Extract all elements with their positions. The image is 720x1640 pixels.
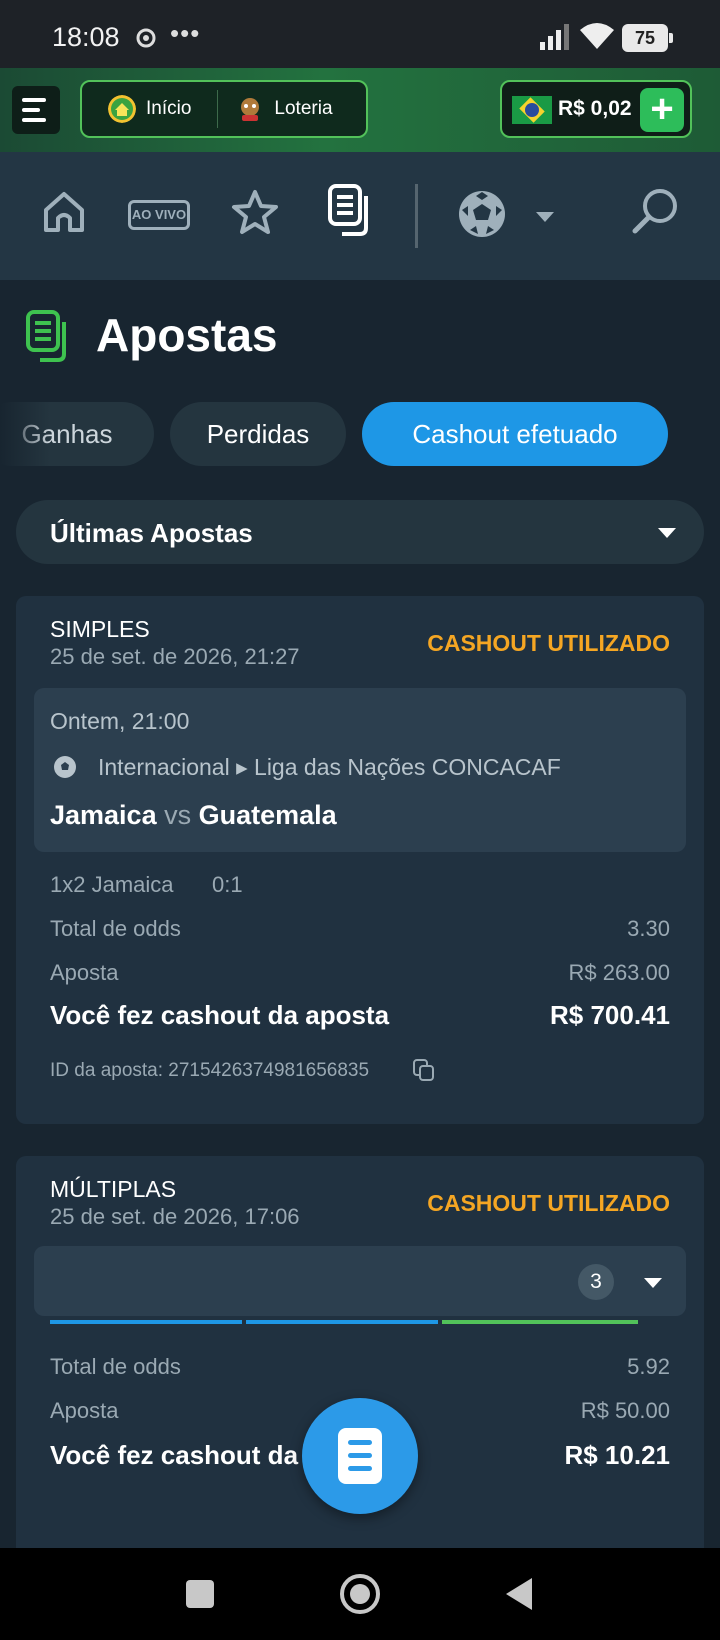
odds-label: Total de odds: [50, 1354, 181, 1379]
nav-lottery-label: Loteria: [274, 98, 333, 119]
away-team: Guatemala: [198, 800, 337, 830]
stake-label: Aposta: [50, 960, 119, 985]
chips-fade: [0, 402, 50, 466]
cashout-value: R$ 10.21: [564, 1440, 670, 1470]
event-match: Jamaica vs Guatemala: [50, 800, 337, 831]
toolbar-divider: [415, 184, 418, 248]
battery-indicator: 75: [622, 24, 673, 52]
system-nav-bar: [0, 1548, 720, 1640]
home-button[interactable]: [340, 1574, 380, 1614]
selections-toggle[interactable]: 3: [34, 1246, 686, 1316]
sports-toolbar: AO VIVO: [0, 152, 720, 280]
selections-count-badge: 3: [578, 1264, 614, 1300]
bet-date: 25 de set. de 2026, 17:06: [50, 1204, 300, 1229]
event-box[interactable]: Ontem, 21:00 Internacional ▸ Liga das Na…: [34, 688, 686, 852]
top-nav: Início Loteria: [80, 80, 368, 138]
leg-progress-3: [442, 1320, 638, 1324]
page-title: Apostas: [96, 309, 278, 361]
nav-home-link[interactable]: Início: [82, 82, 191, 136]
stake-value: R$ 50.00: [580, 1398, 670, 1423]
stake-value: R$ 263.00: [568, 960, 670, 985]
filter-chips: Ganhas Perdidas Cashout efetuado: [0, 402, 720, 466]
bets-icon[interactable]: [326, 182, 376, 238]
deposit-button[interactable]: +: [640, 88, 684, 132]
bet-status: CASHOUT UTILIZADO: [427, 1190, 670, 1216]
bet-date: 25 de set. de 2026, 21:27: [50, 644, 300, 669]
search-icon[interactable]: [630, 186, 680, 236]
live-button[interactable]: AO VIVO: [128, 200, 190, 230]
chevron-down-icon: [644, 1278, 662, 1288]
copy-icon[interactable]: [412, 1058, 436, 1082]
bet-type: SIMPLES: [50, 616, 150, 642]
sport-select-caret-icon[interactable]: [536, 212, 554, 222]
chrome-icon: [136, 28, 156, 48]
stake-label: Aposta: [50, 1398, 119, 1423]
vs-label: vs: [164, 800, 192, 830]
lottery-icon: [241, 98, 260, 121]
league-fade: [626, 744, 686, 788]
app-header: Início Loteria R$ 0,02 +: [0, 68, 720, 152]
cashout-label: Você fez cashout da aposta: [50, 1000, 390, 1030]
back-button[interactable]: [506, 1578, 532, 1610]
bet-card-single: SIMPLES 25 de set. de 2026, 21:27 CASHOU…: [16, 596, 704, 1124]
nav-home-label: Início: [146, 98, 192, 119]
period-dropdown[interactable]: Últimas Apostas: [16, 500, 704, 564]
bets-title-icon: [26, 310, 66, 362]
chip-cashout[interactable]: Cashout efetuado: [362, 402, 668, 466]
balance-amount: R$ 0,02: [558, 97, 632, 120]
soccer-ball-icon: [54, 756, 76, 778]
star-icon[interactable]: [230, 188, 280, 238]
event-time: Ontem, 21:00: [50, 708, 190, 734]
bet-id: ID da aposta: 2715426374981656835: [50, 1060, 370, 1081]
cashout-value: R$ 700.41: [550, 1000, 670, 1030]
bet-status: CASHOUT UTILIZADO: [427, 630, 670, 656]
odds-value: 5.92: [627, 1354, 670, 1379]
chevron-down-icon: [658, 528, 676, 538]
selection-score: 0:1: [212, 872, 243, 897]
recents-button[interactable]: [186, 1580, 214, 1608]
home-team: Jamaica: [50, 800, 157, 830]
home-icon: [108, 95, 136, 123]
odds-value: 3.30: [627, 916, 670, 941]
soccer-ball-icon[interactable]: [456, 188, 508, 240]
brazil-flag-icon: [512, 96, 552, 124]
selection-label: 1x2 Jamaica: [50, 872, 174, 897]
notification-dots: •••: [170, 18, 201, 48]
chip-lost[interactable]: Perdidas: [170, 402, 346, 466]
balance-widget[interactable]: R$ 0,02 +: [500, 80, 692, 138]
menu-button[interactable]: [12, 86, 60, 134]
nav-lottery-link[interactable]: Loteria: [218, 82, 333, 136]
betslip-icon: [338, 1428, 382, 1484]
signal-icon: [540, 24, 569, 50]
status-time: 18:08: [52, 22, 120, 52]
odds-label: Total de odds: [50, 916, 181, 941]
event-league: Internacional ▸ Liga das Nações CONCACAF: [98, 754, 561, 780]
bet-type: MÚLTIPLAS: [50, 1176, 177, 1202]
betslip-fab[interactable]: [302, 1398, 418, 1514]
leg-progress-1: [50, 1320, 242, 1324]
home-icon[interactable]: [40, 188, 88, 236]
wifi-icon: [580, 23, 614, 49]
status-bar: 18:08 ••• 75: [0, 0, 720, 68]
period-dropdown-label: Últimas Apostas: [50, 518, 253, 548]
leg-progress-2: [246, 1320, 438, 1324]
bets-page: Apostas Ganhas Perdidas Cashout efetuado…: [0, 280, 720, 1548]
